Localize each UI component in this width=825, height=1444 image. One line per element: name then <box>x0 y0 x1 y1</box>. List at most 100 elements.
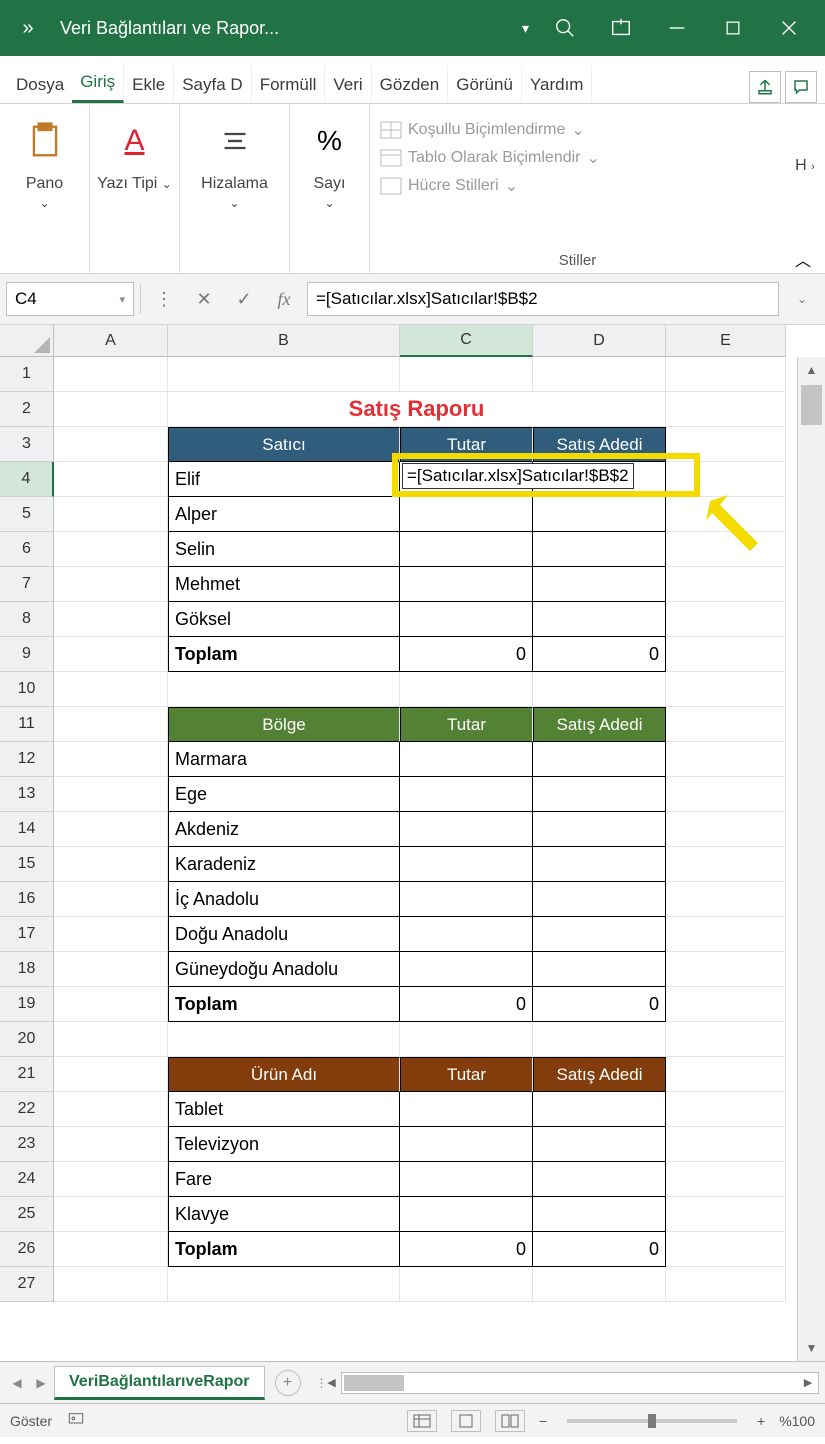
column-header[interactable]: A <box>54 325 168 357</box>
cell[interactable]: Mehmet <box>168 567 400 602</box>
cell[interactable] <box>54 637 168 672</box>
cell[interactable] <box>54 847 168 882</box>
cell[interactable]: Satış Adedi <box>533 1057 666 1092</box>
row-header[interactable]: 22 <box>0 1092 54 1127</box>
cell[interactable]: 0 <box>400 987 533 1022</box>
cell[interactable]: Toplam <box>168 1232 400 1267</box>
sheet-nav-prev-icon[interactable]: ◀ <box>6 1372 28 1394</box>
cell[interactable] <box>666 1197 786 1232</box>
column-header[interactable]: C <box>400 325 533 357</box>
cell[interactable]: Akdeniz <box>168 812 400 847</box>
more-fbar-icon[interactable]: ⋮ <box>147 282 181 316</box>
row-header[interactable]: 27 <box>0 1267 54 1302</box>
tab-review[interactable]: Gözden <box>372 65 449 103</box>
row-header[interactable]: 8 <box>0 602 54 637</box>
format-as-table-button[interactable]: Tablo Olarak Biçimlendir ⌄ <box>380 144 775 172</box>
cell[interactable] <box>666 917 786 952</box>
horizontal-scrollbar[interactable]: ◀ ▶ <box>341 1372 819 1394</box>
cell[interactable]: Klavye <box>168 1197 400 1232</box>
view-pagelayout-icon[interactable] <box>451 1410 481 1432</box>
cell[interactable] <box>400 882 533 917</box>
cell[interactable] <box>666 952 786 987</box>
hscroll-thumb[interactable] <box>344 1375 404 1391</box>
cell[interactable] <box>533 672 666 707</box>
cell[interactable] <box>666 1162 786 1197</box>
row-header[interactable]: 6 <box>0 532 54 567</box>
cell[interactable] <box>54 1162 168 1197</box>
row-header[interactable]: 10 <box>0 672 54 707</box>
scroll-down-icon[interactable]: ▼ <box>798 1335 825 1361</box>
cell[interactable] <box>666 637 786 672</box>
select-all-corner[interactable] <box>0 325 54 357</box>
cell[interactable]: Doğu Anadolu <box>168 917 400 952</box>
formula-input[interactable]: =[Satıcılar.xlsx]Satıcılar!$B$2 <box>307 282 779 316</box>
cell[interactable] <box>54 602 168 637</box>
cell[interactable] <box>533 952 666 987</box>
scroll-thumb[interactable] <box>801 385 822 425</box>
zoom-out-icon[interactable]: − <box>539 1413 547 1429</box>
tab-formulas[interactable]: Formüll <box>252 65 326 103</box>
sheet-tab[interactable]: VeriBağlantılarıveRapor <box>54 1366 265 1400</box>
cell[interactable] <box>54 882 168 917</box>
row-header[interactable]: 20 <box>0 1022 54 1057</box>
cell[interactable] <box>666 1022 786 1057</box>
cell[interactable]: 0 <box>400 637 533 672</box>
cell[interactable] <box>400 567 533 602</box>
cell[interactable] <box>54 987 168 1022</box>
cell[interactable] <box>400 812 533 847</box>
tab-view[interactable]: Görünü <box>448 65 522 103</box>
cell[interactable] <box>666 602 786 637</box>
overflow-icon[interactable]: » <box>8 17 48 40</box>
cell[interactable] <box>54 777 168 812</box>
cell[interactable] <box>400 917 533 952</box>
row-header[interactable]: 21 <box>0 1057 54 1092</box>
cell[interactable] <box>54 497 168 532</box>
conditional-formatting-button[interactable]: Koşullu Biçimlendirme ⌄ <box>380 116 775 144</box>
name-box[interactable]: C4▾ <box>6 282 134 316</box>
cell[interactable] <box>666 777 786 812</box>
hscroll-right-icon[interactable]: ▶ <box>798 1373 818 1393</box>
row-header[interactable]: 14 <box>0 812 54 847</box>
cell[interactable] <box>400 1092 533 1127</box>
maximize-button[interactable] <box>705 0 761 56</box>
column-header[interactable]: B <box>168 325 400 357</box>
close-button[interactable] <box>761 0 817 56</box>
inline-edit-box[interactable]: =[Satıcılar.xlsx]Satıcılar!$B$2 <box>402 463 634 489</box>
share-button[interactable] <box>749 71 781 103</box>
cell[interactable] <box>54 1197 168 1232</box>
vertical-scrollbar[interactable]: ▲ ▼ <box>797 357 825 1361</box>
cell[interactable] <box>54 707 168 742</box>
cell[interactable]: Güneydoğu Anadolu <box>168 952 400 987</box>
group-label-clipboard[interactable]: Pano⌄ <box>26 174 63 212</box>
cell[interactable]: Alper <box>168 497 400 532</box>
zoom-level[interactable]: %100 <box>779 1413 815 1429</box>
cell[interactable] <box>666 707 786 742</box>
align-icon[interactable] <box>218 116 252 166</box>
group-label-alignment[interactable]: Hizalama⌄ <box>201 174 268 212</box>
cell[interactable]: Marmara <box>168 742 400 777</box>
sheet-nav-next-icon[interactable]: ▶ <box>30 1372 52 1394</box>
tab-pagelayout[interactable]: Sayfa D <box>174 65 251 103</box>
title-dropdown-icon[interactable]: ▾ <box>514 20 537 37</box>
cell[interactable] <box>400 357 533 392</box>
group-label-number[interactable]: Sayı⌄ <box>313 174 345 212</box>
tab-data[interactable]: Veri <box>325 65 371 103</box>
row-header[interactable]: 26 <box>0 1232 54 1267</box>
cell[interactable]: Bölge <box>168 707 400 742</box>
cell[interactable] <box>168 1267 400 1302</box>
cell[interactable] <box>533 812 666 847</box>
zoom-slider[interactable] <box>567 1419 737 1423</box>
cell[interactable] <box>54 392 168 427</box>
cell[interactable] <box>666 462 786 497</box>
row-header[interactable]: 16 <box>0 882 54 917</box>
cell[interactable] <box>54 462 168 497</box>
cell[interactable] <box>400 532 533 567</box>
row-header[interactable]: 3 <box>0 427 54 462</box>
cell[interactable] <box>400 1197 533 1232</box>
cell[interactable] <box>54 1232 168 1267</box>
row-header[interactable]: 25 <box>0 1197 54 1232</box>
cell[interactable]: Toplam <box>168 987 400 1022</box>
cell[interactable] <box>400 1022 533 1057</box>
cell[interactable] <box>54 1267 168 1302</box>
tab-help[interactable]: Yardım <box>522 65 593 103</box>
